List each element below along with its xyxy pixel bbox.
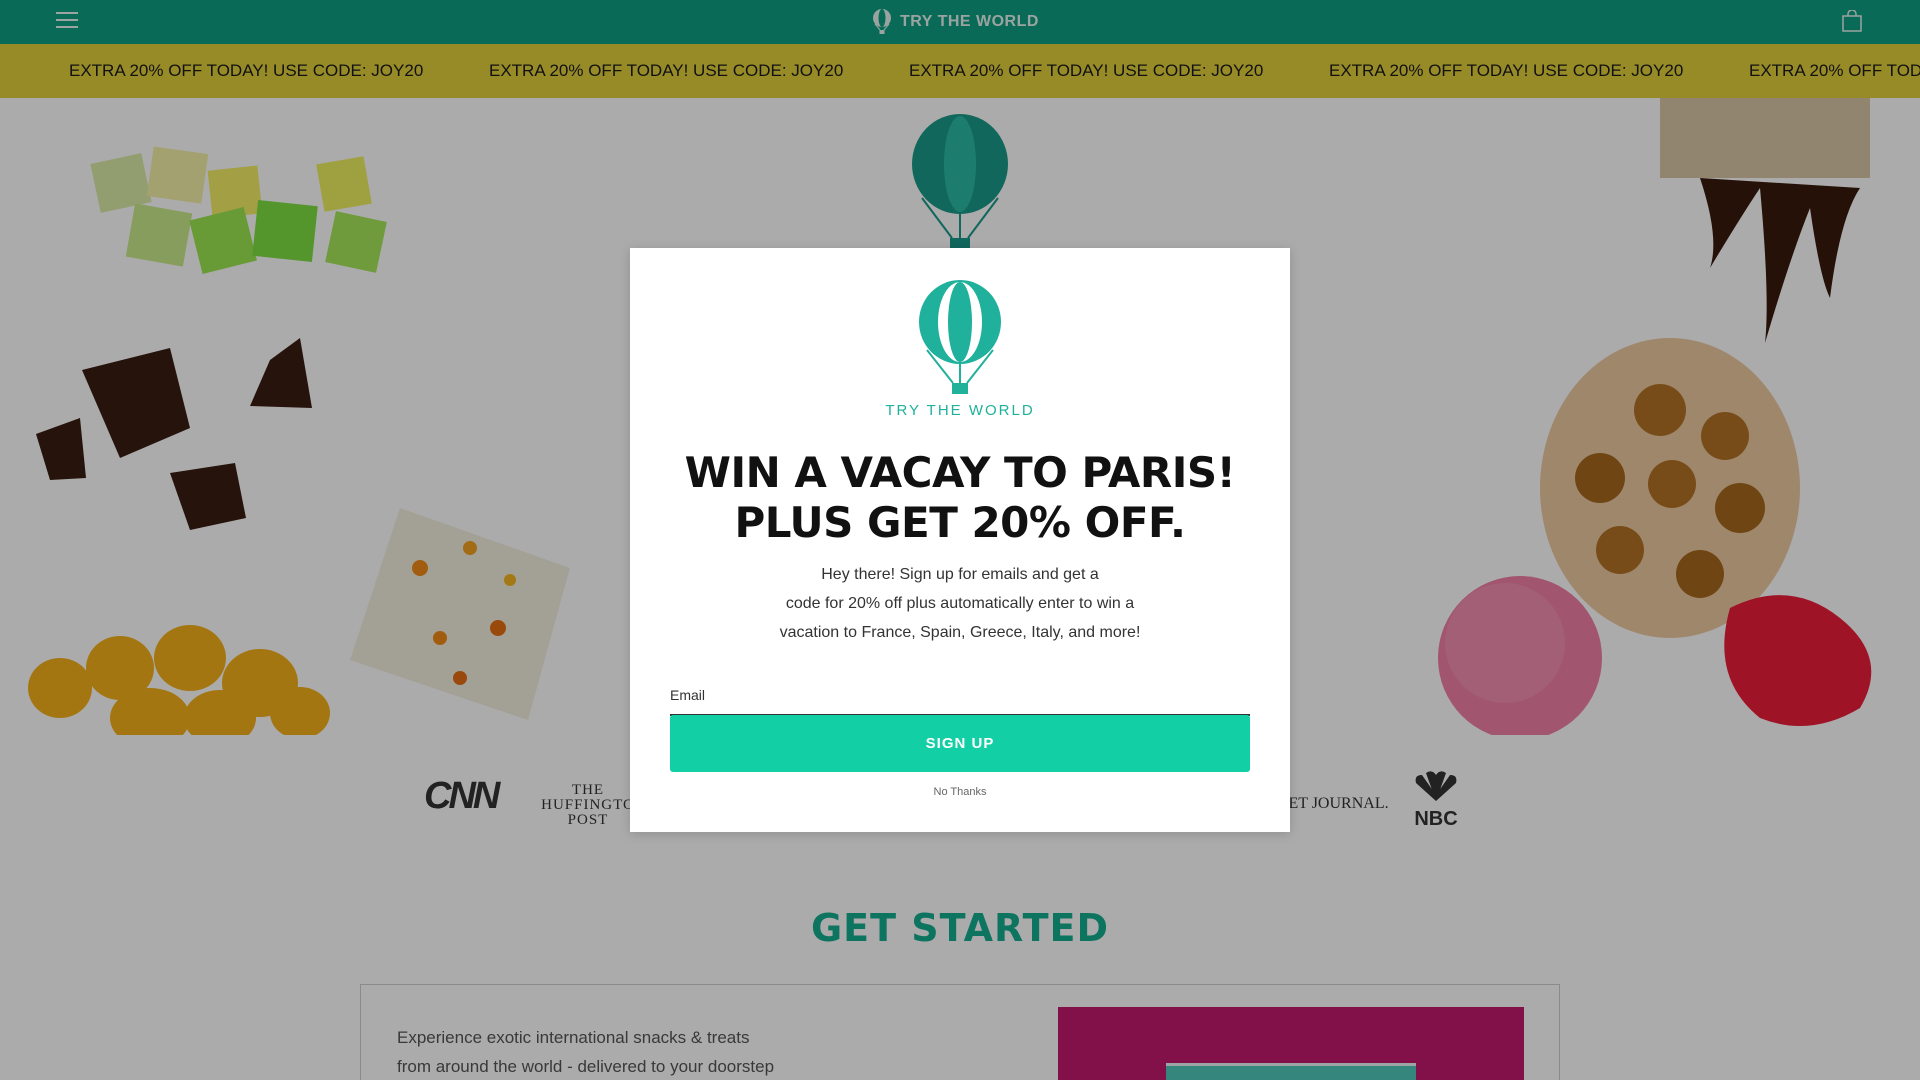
modal-body-line: Hey there! Sign up for emails and get a	[821, 566, 1099, 583]
modal-title-line: WIN A VACAY TO PARIS!	[684, 448, 1236, 497]
modal-body-line: code for 20% off plus automatically ente…	[785, 595, 1135, 612]
modal-title-line: PLUS GET 20% OFF.	[734, 498, 1186, 547]
email-field[interactable]	[670, 666, 1250, 714]
modal-body: Hey there! Sign up for emails and get a …	[760, 560, 1160, 647]
modal-title: WIN A VACAY TO PARIS! PLUS GET 20% OFF.	[630, 448, 1290, 548]
no-thanks-link[interactable]: No Thanks	[630, 786, 1290, 798]
modal-body-line: vacation to France, Spain, Greece, Italy…	[779, 624, 1141, 641]
modal-brand: TRY THE WORLD	[885, 402, 1035, 419]
signup-modal: TRY THE WORLD WIN A VACAY TO PARIS! PLUS…	[630, 248, 1290, 832]
sign-up-button[interactable]: SIGN UP	[670, 715, 1250, 772]
email-field-wrap	[670, 666, 1250, 716]
balloon-logo-icon	[919, 280, 1001, 394]
